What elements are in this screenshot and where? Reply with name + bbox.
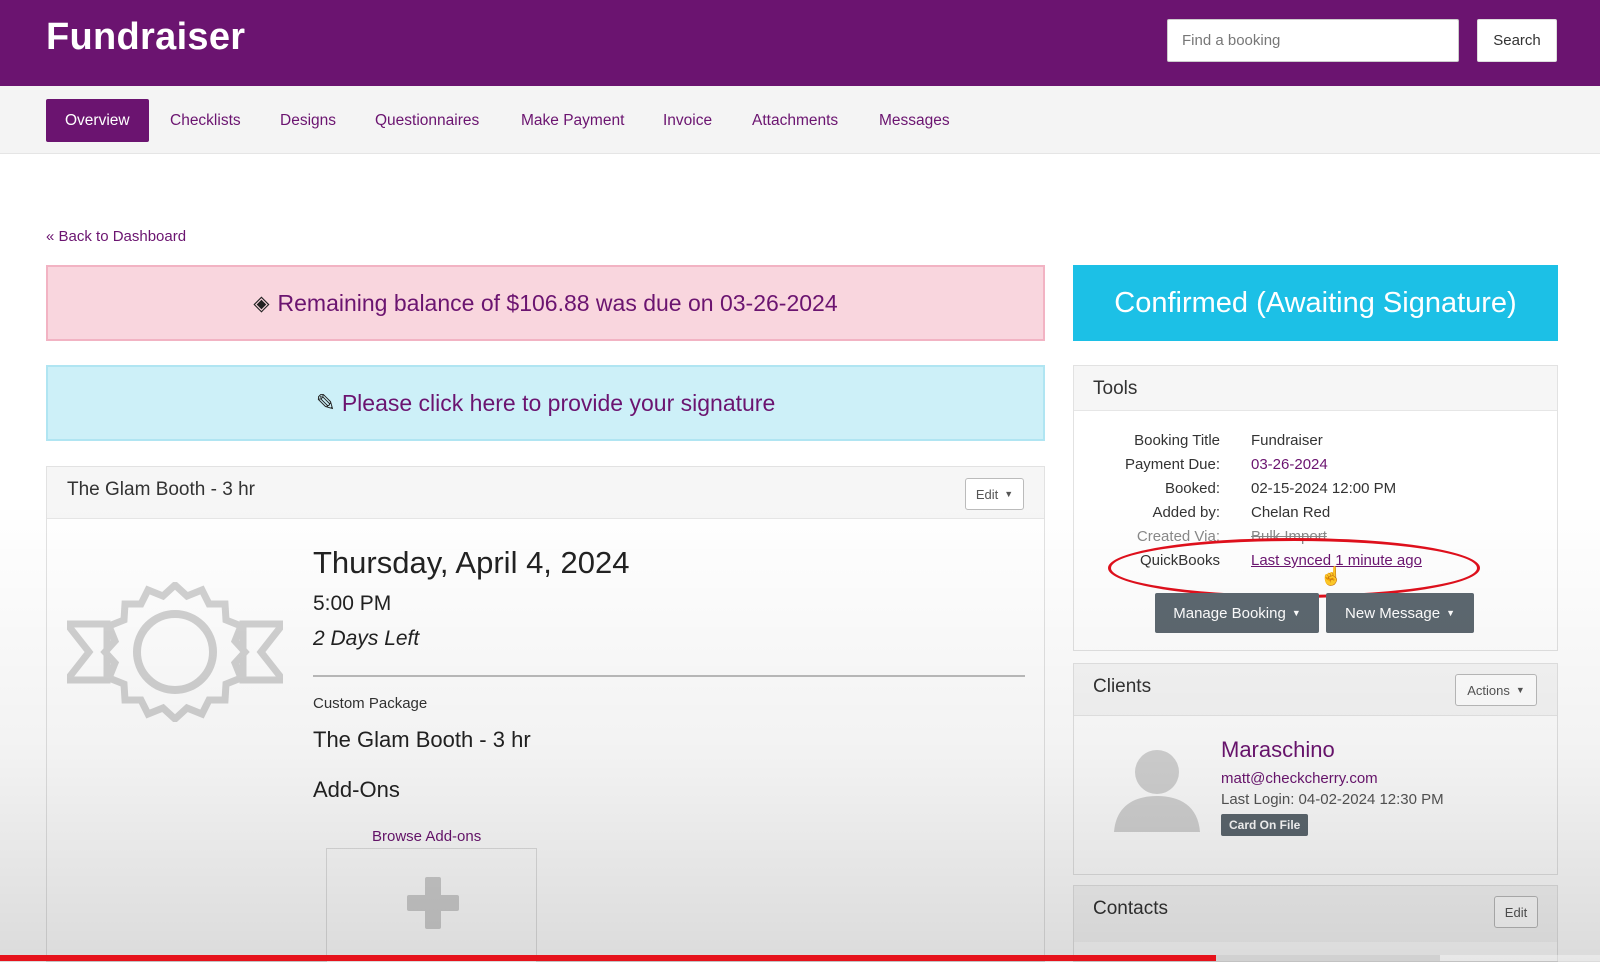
divider: [313, 675, 1025, 677]
back-to-dashboard-link[interactable]: « Back to Dashboard: [46, 228, 186, 245]
tab-checklists[interactable]: Checklists: [170, 99, 241, 142]
info-label: Booking Title: [1134, 432, 1220, 449]
event-edit-button[interactable]: Edit ▼: [965, 478, 1024, 510]
event-time: 5:00 PM: [313, 592, 392, 615]
tab-invoice[interactable]: Invoice: [663, 99, 712, 142]
client-last-login: Last Login: 04-02-2024 12:30 PM: [1221, 791, 1444, 808]
tools-panel-header: Tools: [1074, 366, 1557, 411]
event-panel-header: The Glam Booth - 3 hr Edit ▼: [47, 467, 1044, 519]
balance-alert: ◈ Remaining balance of $106.88 was due o…: [46, 265, 1045, 341]
booking-title-value: Fundraiser: [1251, 432, 1323, 449]
contacts-panel-header: Contacts Edit: [1074, 886, 1557, 942]
tools-panel: Tools Booking Title Fundraiser Payment D…: [1073, 365, 1558, 651]
booking-title-row: Booking Title Fundraiser: [1074, 432, 1559, 454]
signature-alert-text[interactable]: Please click here to provide your signat…: [342, 390, 775, 417]
tab-designs[interactable]: Designs: [280, 99, 336, 142]
days-left: 2 Days Left: [313, 627, 420, 650]
search-button[interactable]: Search: [1477, 19, 1557, 62]
balance-alert-text: Remaining balance of $106.88 was due on …: [277, 289, 838, 316]
browse-addons-link[interactable]: Browse Add-ons: [372, 828, 481, 845]
booking-status-banner: Confirmed (Awaiting Signature): [1073, 265, 1558, 341]
annotation-circle: [1108, 538, 1480, 598]
client-actions-button[interactable]: Actions ▼: [1455, 674, 1537, 706]
tools-title: Tools: [1093, 378, 1138, 399]
package-label: Custom Package: [313, 695, 428, 712]
avatar: [1114, 750, 1200, 832]
new-message-button[interactable]: New Message ▼: [1326, 593, 1474, 633]
tab-overview[interactable]: Overview: [46, 99, 149, 142]
client-name-link[interactable]: Maraschino: [1221, 737, 1335, 763]
event-panel: The Glam Booth - 3 hr Edit ▼ Thursday, Ap…: [46, 466, 1045, 962]
plus-icon: [407, 877, 459, 929]
signature-alert[interactable]: ✎ Please click here to provide your sign…: [46, 365, 1045, 441]
manage-booking-label: Manage Booking: [1173, 604, 1286, 622]
client-email-link[interactable]: matt@checkcherry.com: [1221, 770, 1378, 787]
caret-down-icon: ▼: [1515, 684, 1525, 695]
contacts-title: Contacts: [1093, 898, 1168, 919]
manage-booking-button[interactable]: Manage Booking ▼: [1155, 593, 1319, 633]
money-icon: ◈: [253, 291, 270, 315]
caret-down-icon: ▼: [1004, 488, 1014, 499]
page-brand-title: Fundraiser: [46, 16, 246, 58]
added-by-row: Added by: Chelan Red: [1074, 504, 1559, 526]
added-by-value: Chelan Red: [1251, 504, 1331, 521]
event-date: Thursday, April 4, 2024: [313, 545, 630, 580]
info-label: Booked:: [1164, 480, 1220, 497]
payment-due-value: 03-26-2024: [1251, 456, 1328, 473]
booking-search-input[interactable]: [1167, 19, 1459, 62]
card-on-file-badge: Card On File: [1221, 814, 1309, 836]
tab-messages[interactable]: Messages: [879, 99, 950, 142]
contacts-panel: Contacts Edit: [1073, 885, 1558, 962]
addons-heading: Add-Ons: [313, 777, 400, 802]
pencil-icon: ✎: [315, 389, 336, 417]
info-label: Added by:: [1152, 504, 1220, 521]
new-message-label: New Message: [1345, 604, 1441, 622]
tab-questionnaires[interactable]: Questionnaires: [375, 99, 479, 142]
video-progress-bar[interactable]: [0, 955, 1600, 961]
booked-row: Booked: 02-15-2024 12:00 PM: [1074, 480, 1559, 502]
add-addon-card[interactable]: [326, 848, 537, 962]
badge-placeholder-icon: [67, 582, 283, 722]
actions-label: Actions: [1467, 682, 1510, 698]
clients-panel: Clients Actions ▼ Maraschino matt@checkch…: [1073, 663, 1558, 875]
caret-down-icon: ▼: [1291, 607, 1301, 618]
contacts-edit-button[interactable]: Edit: [1494, 896, 1538, 928]
clients-title: Clients: [1093, 676, 1152, 697]
package-name: The Glam Booth - 3 hr: [313, 727, 531, 752]
clients-panel-header: Clients Actions ▼: [1074, 664, 1557, 716]
event-panel-title: The Glam Booth - 3 hr: [67, 479, 255, 500]
progress-played: [0, 955, 1216, 961]
top-header: Fundraiser Search: [0, 0, 1600, 86]
info-label: Payment Due:: [1124, 456, 1220, 473]
progress-buffered: [1216, 955, 1440, 961]
payment-due-row: Payment Due: 03-26-2024: [1074, 456, 1559, 478]
caret-down-icon: ▼: [1446, 607, 1455, 618]
hand-pointer-icon: ☝: [1320, 566, 1343, 586]
event-edit-label: Edit: [975, 486, 999, 502]
tab-attachments[interactable]: Attachments: [752, 99, 838, 142]
tab-make-payment[interactable]: Make Payment: [521, 99, 624, 142]
tab-bar: Overview Checklists Designs Questionnair…: [0, 86, 1600, 154]
booked-value: 02-15-2024 12:00 PM: [1251, 480, 1397, 497]
